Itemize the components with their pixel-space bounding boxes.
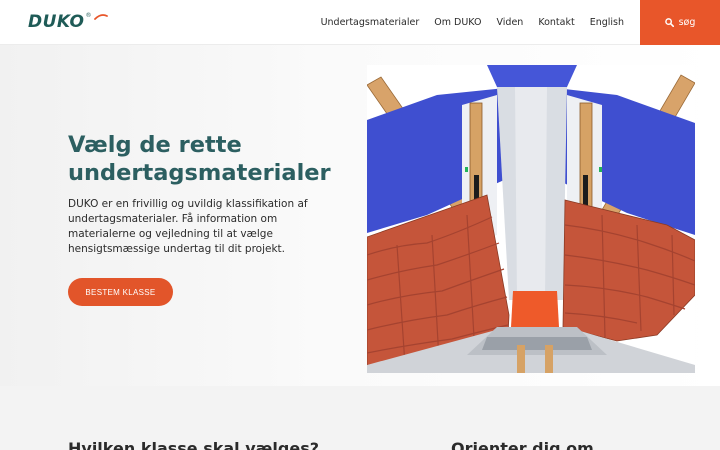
hero-section: Vælg de rette undertagsmaterialer DUKO e… [0,45,720,386]
search-icon [664,18,674,27]
duko-logo[interactable]: DUKO ® [28,12,108,32]
roof-valley-illustration [367,65,695,373]
logo-swoosh-icon [94,14,108,20]
search-label: søg [678,17,696,28]
nav-item-english[interactable]: English [590,17,624,28]
nav-item-viden[interactable]: Viden [496,17,523,28]
info-section: Hvilken klasse skal vælges? Orienter dig… [0,386,720,450]
nav-item-kontakt[interactable]: Kontakt [538,17,574,28]
nav-item-om-duko[interactable]: Om DUKO [434,17,481,28]
right-section-heading: Orienter dig om [451,439,594,450]
site-header: DUKO ® Undertagsmaterialer Om DUKO Viden… [0,0,720,45]
logo-registered-mark: ® [85,12,92,19]
main-nav: Undertagsmaterialer Om DUKO Viden Kontak… [321,0,624,45]
bestem-klasse-button[interactable]: BESTEM KLASSE [68,278,173,306]
hero-description: DUKO er en frivillig og uvildig klassifi… [68,198,308,255]
roof-illustration [367,65,695,373]
hero-title: Vælg de rette undertagsmaterialer [68,132,331,186]
nav-item-undertagsmaterialer[interactable]: Undertagsmaterialer [321,17,420,28]
left-section-heading: Hvilken klasse skal vælges? [68,439,320,450]
logo-text: DUKO [28,12,85,32]
search-button[interactable]: søg [640,0,720,45]
